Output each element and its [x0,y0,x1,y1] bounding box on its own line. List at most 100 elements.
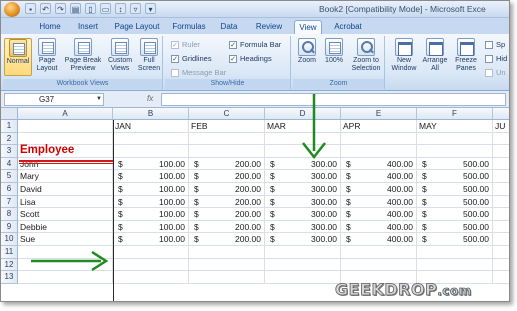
employee-name-cell[interactable]: Sue [20,234,35,244]
employee-name-cell[interactable]: Mary [20,171,39,181]
zoom-button[interactable]: Zoom [295,38,319,65]
amount-cell[interactable]: 200.00 [199,171,261,181]
page-break-preview-button[interactable]: Page Break Preview [62,38,104,73]
employee-name-cell[interactable]: Lisa [20,197,36,207]
amount-cell[interactable]: 300.00 [275,222,337,232]
column-header-f[interactable]: F [417,108,493,120]
month-header-cell[interactable]: MAY [419,121,437,131]
custom-views-button[interactable]: Custom Views [106,38,134,73]
amount-cell[interactable]: 100.00 [123,159,185,169]
message-bar-checkbox[interactable]: Message Bar [171,68,226,77]
full-screen-button[interactable]: Full Screen [136,38,162,73]
column-header-g[interactable] [493,108,509,120]
ruler-checkbox[interactable]: ✓ Ruler [171,40,200,49]
row-header[interactable]: 5 [1,170,18,183]
employee-title-cell[interactable]: Employee [20,144,74,156]
amount-cell[interactable]: 200.00 [199,222,261,232]
row-header[interactable]: 12 [1,258,18,272]
row-header[interactable]: 1 [1,120,18,133]
amount-cell[interactable]: 200.00 [199,159,261,169]
amount-cell[interactable]: 300.00 [275,171,337,181]
amount-cell[interactable]: 300.00 [275,184,337,194]
amount-cell[interactable]: 200.00 [199,197,261,207]
tab-acrobat[interactable]: Acrobat [329,20,367,34]
amount-cell[interactable]: 500.00 [427,197,489,207]
formula-bar-checkbox[interactable]: ✓ Formula Bar [229,40,281,49]
amount-cell[interactable]: 200.00 [199,209,261,219]
hide-button[interactable]: Hid [485,54,507,63]
column-header-a[interactable]: A [18,108,113,120]
amount-cell[interactable]: 200.00 [199,234,261,244]
amount-cell[interactable]: 400.00 [351,209,413,219]
row-header[interactable]: 3 [1,145,18,158]
column-header-d[interactable]: D [265,108,341,120]
tab-home[interactable]: Home [35,20,65,34]
column-header-b[interactable]: B [113,108,189,120]
name-box-dropdown-icon[interactable]: ▼ [96,96,102,102]
customize-toolbar-icon[interactable]: ▾ [145,3,156,14]
month-header-cell[interactable]: MAR [267,121,286,131]
column-header-e[interactable]: E [341,108,417,120]
zoom-to-selection-button[interactable]: Zoom to Selection [349,38,383,73]
freeze-panes-button[interactable]: Freeze Panes [451,38,481,73]
amount-cell[interactable]: 100.00 [123,184,185,194]
row-header[interactable]: 2 [1,132,18,146]
amount-cell[interactable]: 300.00 [275,234,337,244]
amount-cell[interactable]: 500.00 [427,234,489,244]
amount-cell[interactable]: 500.00 [427,222,489,232]
month-header-cell[interactable]: JAN [115,121,131,131]
amount-cell[interactable]: 400.00 [351,159,413,169]
tab-page-layout[interactable]: Page Layout [111,20,163,34]
select-all-corner[interactable] [1,108,18,120]
employee-name-cell[interactable]: David [20,184,42,194]
formula-input[interactable] [161,93,506,106]
filter-icon[interactable]: ▿ [130,3,141,14]
amount-cell[interactable]: 300.00 [275,197,337,207]
amount-cell[interactable]: 300.00 [275,209,337,219]
row-header[interactable]: 10 [1,233,18,246]
new-document-icon[interactable]: ▯ [85,3,96,14]
split-button[interactable]: Sp [485,40,505,49]
amount-cell[interactable]: 400.00 [351,171,413,181]
normal-view-button[interactable]: Normal [4,38,32,76]
row-header[interactable]: 7 [1,195,18,209]
column-header-c[interactable]: C [189,108,265,120]
amount-cell[interactable]: 400.00 [351,184,413,194]
tab-data[interactable]: Data [215,20,243,34]
amount-cell[interactable]: 100.00 [123,234,185,244]
amount-cell[interactable]: 400.00 [351,234,413,244]
sort-icon[interactable]: ↕ [115,3,126,14]
zoom-100-button[interactable]: 100% [321,38,347,65]
arrange-all-button[interactable]: Arrange All [421,38,449,73]
worksheet-grid[interactable]: A B C D E F 1 2 3 4 5 6 7 8 9 10 11 12 13 JAN FEB MAR AP… [1,108,509,301]
employee-name-cell[interactable]: Debbie [20,222,47,232]
insert-function-icon[interactable]: fx [147,94,153,103]
print-icon[interactable]: ▤ [70,3,81,14]
undo-icon[interactable]: ↶ [40,3,51,14]
amount-cell[interactable]: 200.00 [199,184,261,194]
tab-view[interactable]: View [294,20,322,34]
employee-name-cell[interactable]: Scott [20,209,39,219]
amount-cell[interactable]: 400.00 [351,197,413,207]
amount-cell[interactable]: 500.00 [427,209,489,219]
tab-insert[interactable]: Insert [71,20,105,34]
row-header[interactable]: 11 [1,246,18,259]
month-header-cell[interactable]: FEB [191,121,208,131]
row-header[interactable]: 9 [1,220,18,234]
amount-cell[interactable]: 500.00 [427,171,489,181]
unhide-button[interactable]: Un [485,68,506,77]
page-layout-view-button[interactable]: Page Layout [34,38,60,73]
row-header[interactable]: 6 [1,183,18,196]
name-box[interactable]: G37 [4,93,104,106]
amount-cell[interactable]: 100.00 [123,197,185,207]
amount-cell[interactable]: 100.00 [123,171,185,181]
row-header[interactable]: 13 [1,271,18,284]
month-header-cell[interactable]: APR [343,121,360,131]
new-window-button[interactable]: New Window [389,38,419,73]
row-header[interactable]: 8 [1,208,18,221]
amount-cell[interactable]: 500.00 [427,184,489,194]
amount-cell[interactable]: 100.00 [123,222,185,232]
amount-cell[interactable]: 400.00 [351,222,413,232]
row-header[interactable]: 4 [1,157,18,171]
amount-cell[interactable]: 500.00 [427,159,489,169]
